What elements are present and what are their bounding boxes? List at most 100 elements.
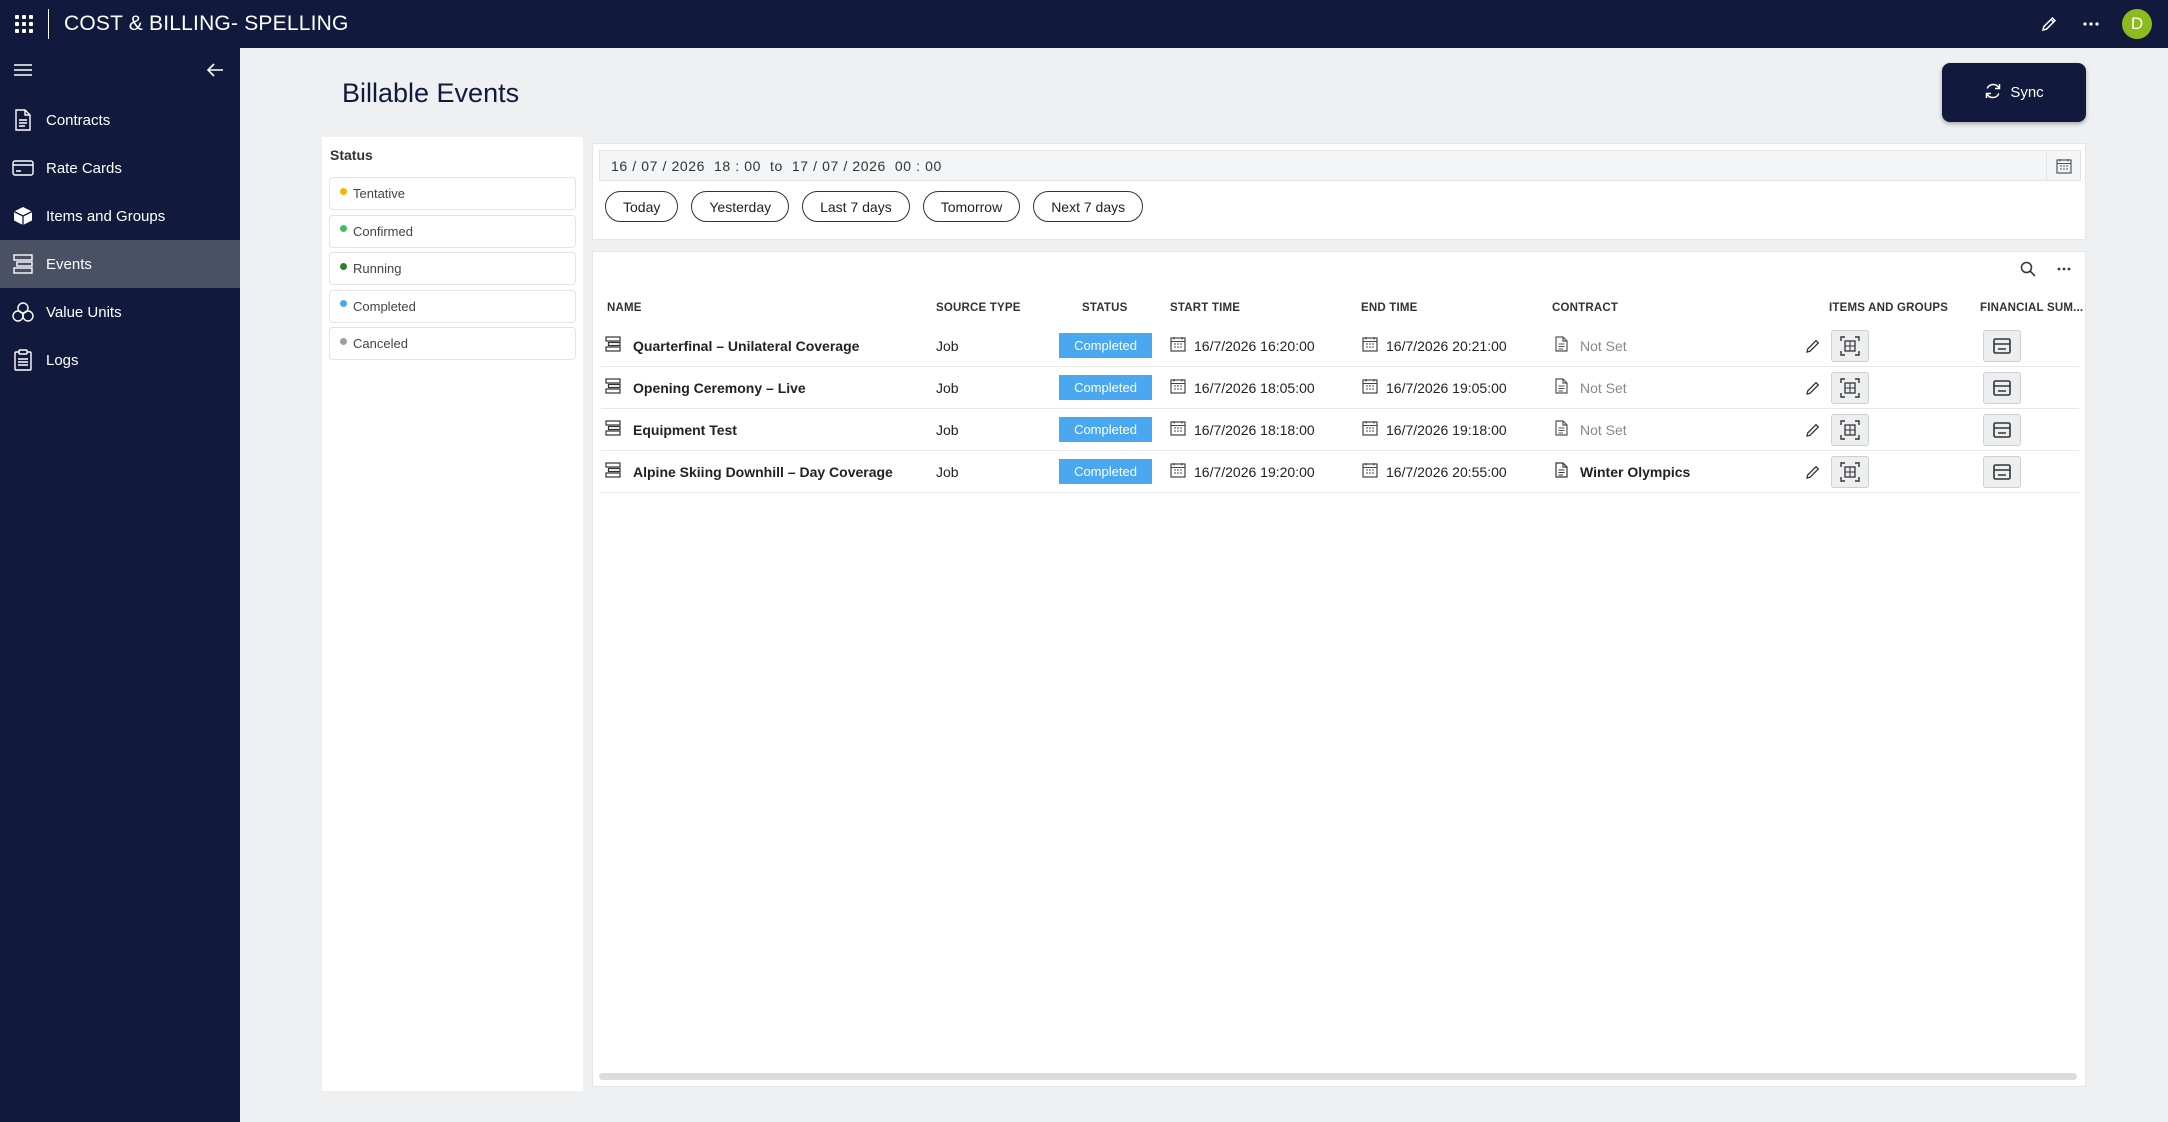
items-and-groups-button[interactable] bbox=[1831, 372, 1869, 404]
horizontal-scrollbar[interactable] bbox=[599, 1073, 2077, 1080]
table-more-icon[interactable] bbox=[2056, 261, 2072, 282]
status-filter-tentative[interactable]: Tentative bbox=[329, 177, 576, 210]
sidebar-item-rate-cards[interactable]: Rate Cards bbox=[0, 144, 240, 192]
row-name: Quarterfinal – Unilateral Coverage bbox=[605, 325, 859, 366]
event-icon bbox=[605, 462, 621, 481]
column-header-source-type[interactable]: SOURCE TYPE bbox=[936, 302, 1021, 314]
events-icon bbox=[12, 253, 34, 275]
quick-today-button[interactable]: Today bbox=[605, 191, 679, 222]
edit-items-icon[interactable] bbox=[1805, 367, 1821, 408]
status-filter-completed[interactable]: Completed bbox=[329, 289, 576, 323]
calendar-icon bbox=[1362, 336, 1378, 355]
table-row[interactable]: Opening Ceremony – Live Job Completed 16… bbox=[601, 367, 2079, 409]
contract-name[interactable]: Not Set bbox=[1580, 422, 1627, 438]
table-row[interactable]: Equipment Test Job Completed 16/7/2026 1… bbox=[601, 409, 2079, 451]
sidebar-item-label: Logs bbox=[46, 351, 79, 369]
calendar-icon[interactable] bbox=[2046, 151, 2080, 180]
edit-icon[interactable] bbox=[2038, 13, 2060, 35]
top-divider bbox=[48, 9, 49, 39]
row-name: Alpine Skiing Downhill – Day Coverage bbox=[605, 451, 893, 492]
start-time-cell: 16/7/2026 18:05:00 bbox=[1170, 367, 1315, 408]
calendar-icon bbox=[1362, 378, 1378, 397]
sidebar-item-contracts[interactable]: Contracts bbox=[0, 96, 240, 144]
sidebar-item-label: Items and Groups bbox=[46, 207, 166, 225]
event-name[interactable]: Alpine Skiing Downhill – Day Coverage bbox=[633, 464, 893, 480]
contract-name[interactable]: Winter Olympics bbox=[1580, 464, 1690, 480]
status-filter-canceled[interactable]: Canceled bbox=[329, 327, 576, 360]
status-badge: Completed bbox=[1059, 459, 1152, 484]
quick-last-7-days-button[interactable]: Last 7 days bbox=[802, 191, 910, 222]
quick-next-7-days-button[interactable]: Next 7 days bbox=[1033, 191, 1144, 222]
edit-items-icon[interactable] bbox=[1805, 451, 1821, 492]
sync-button[interactable]: Sync bbox=[1942, 63, 2086, 122]
items-and-groups-button[interactable] bbox=[1831, 456, 1869, 488]
document-icon bbox=[1555, 378, 1568, 397]
table-row[interactable]: Alpine Skiing Downhill – Day Coverage Jo… bbox=[601, 451, 2079, 493]
sidebar-item-value-units[interactable]: Value Units bbox=[0, 288, 240, 336]
quick-yesterday-button[interactable]: Yesterday bbox=[691, 191, 790, 222]
column-header-name[interactable]: NAME bbox=[607, 302, 642, 314]
sidebar-item-logs[interactable]: Logs bbox=[0, 336, 240, 384]
column-header-status[interactable]: STATUS bbox=[1082, 302, 1128, 314]
financial-summary-button[interactable] bbox=[1983, 414, 2021, 446]
status-filter-confirmed[interactable]: Confirmed bbox=[329, 214, 576, 248]
hamburger-icon[interactable] bbox=[14, 63, 32, 81]
sidebar-item-items-and-groups[interactable]: Items and Groups bbox=[0, 192, 240, 240]
event-name[interactable]: Opening Ceremony – Live bbox=[633, 380, 806, 396]
contract-name[interactable]: Not Set bbox=[1580, 338, 1627, 354]
start-time: 16/7/2026 18:05:00 bbox=[1194, 379, 1315, 396]
items-and-groups-button[interactable] bbox=[1831, 414, 1869, 446]
end-time-cell: 16/7/2026 19:05:00 bbox=[1362, 367, 1507, 408]
sidebar-item-label: Events bbox=[46, 255, 92, 273]
more-icon[interactable] bbox=[2080, 13, 2102, 35]
sidebar-item-events[interactable]: Events bbox=[0, 240, 240, 288]
status-dot bbox=[340, 262, 347, 270]
quick-tomorrow-button[interactable]: Tomorrow bbox=[922, 191, 1021, 222]
status-filter-panel: Status Tentative Confirmed Running Compl… bbox=[322, 137, 583, 1091]
status-filter-running[interactable]: Running bbox=[329, 252, 576, 285]
sidebar-item-label: Contracts bbox=[46, 111, 111, 129]
collapse-arrow-icon[interactable] bbox=[206, 62, 224, 83]
financial-summary-button[interactable] bbox=[1983, 372, 2021, 404]
sync-label: Sync bbox=[2010, 84, 2044, 101]
app-title: COST & BILLING- SPELLING bbox=[64, 12, 349, 35]
column-header-contract[interactable]: CONTRACT bbox=[1552, 302, 1618, 314]
date-range-panel: 16 / 07 / 2026 18 : 00 to 17 / 07 / 2026… bbox=[592, 143, 2086, 240]
start-time: 16/7/2026 19:20:00 bbox=[1194, 463, 1315, 480]
column-header-items-and-groups[interactable]: ITEMS AND GROUPS bbox=[1829, 302, 1948, 314]
search-icon[interactable] bbox=[2020, 261, 2036, 282]
source-type: Job bbox=[936, 337, 959, 354]
column-header-end-time[interactable]: END TIME bbox=[1361, 302, 1418, 314]
calendar-icon bbox=[1362, 420, 1378, 439]
financial-summary-button[interactable] bbox=[1983, 456, 2021, 488]
status-badge: Completed bbox=[1059, 333, 1152, 358]
event-name[interactable]: Quarterfinal – Unilateral Coverage bbox=[633, 338, 859, 354]
document-icon bbox=[12, 109, 34, 131]
items-and-groups-button[interactable] bbox=[1831, 330, 1869, 362]
edit-items-icon[interactable] bbox=[1805, 409, 1821, 450]
column-header-financial-summary[interactable]: FINANCIAL SUM... bbox=[1980, 302, 2083, 314]
avatar[interactable]: D bbox=[2122, 9, 2152, 39]
status-label: Running bbox=[353, 261, 402, 276]
event-name[interactable]: Equipment Test bbox=[633, 422, 737, 438]
financial-summary-button[interactable] bbox=[1983, 330, 2021, 362]
status-label: Canceled bbox=[353, 336, 408, 351]
edit-items-icon[interactable] bbox=[1805, 325, 1821, 366]
contract-name[interactable]: Not Set bbox=[1580, 380, 1627, 396]
event-icon bbox=[605, 378, 621, 397]
top-bar: COST & BILLING- SPELLING D bbox=[0, 0, 2168, 48]
coins-icon bbox=[12, 301, 34, 323]
start-time: 16/7/2026 16:20:00 bbox=[1194, 337, 1315, 354]
table-row[interactable]: Quarterfinal – Unilateral Coverage Job C… bbox=[601, 325, 2079, 367]
contract-cell: Not Set bbox=[1555, 367, 1627, 408]
calendar-icon bbox=[1170, 462, 1186, 481]
status-dot bbox=[340, 337, 347, 345]
app-launcher-icon[interactable] bbox=[0, 0, 48, 48]
date-range-value: 16 / 07 / 2026 18 : 00 to 17 / 07 / 2026… bbox=[611, 157, 942, 174]
date-range-input[interactable]: 16 / 07 / 2026 18 : 00 to 17 / 07 / 2026… bbox=[599, 150, 2081, 181]
calendar-icon bbox=[1170, 420, 1186, 439]
status-label: Tentative bbox=[353, 186, 406, 201]
column-header-start-time[interactable]: START TIME bbox=[1170, 302, 1240, 314]
sync-icon bbox=[1984, 82, 2002, 104]
sidebar-item-label: Rate Cards bbox=[46, 159, 122, 177]
